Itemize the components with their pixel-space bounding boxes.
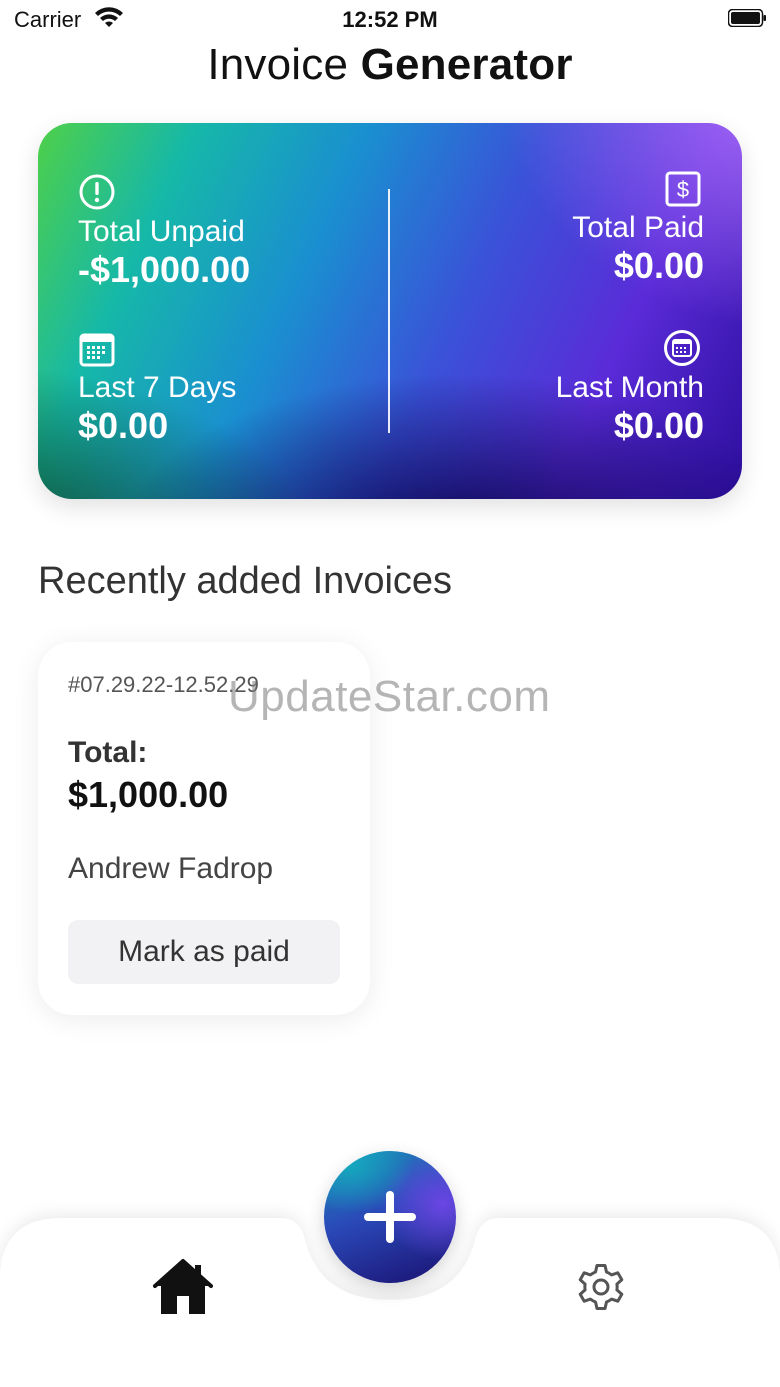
last-7-days-label: Last 7 Days xyxy=(78,371,237,404)
total-paid-stat: Total Paid $0.00 xyxy=(572,211,704,287)
last-7-days-stat: Last 7 Days $0.00 xyxy=(78,371,236,447)
total-paid-value: $0.00 xyxy=(613,245,704,286)
total-unpaid-stat: Total Unpaid -$1,000.00 xyxy=(78,215,250,291)
alert-circle-icon xyxy=(78,173,116,211)
invoice-total-value: $1,000.00 xyxy=(68,774,229,815)
summary-divider xyxy=(388,189,390,433)
last-month-stat: Last Month $0.00 xyxy=(556,371,704,447)
add-invoice-button[interactable] xyxy=(324,1151,456,1283)
summary-card: Total Unpaid -$1,000.00 $ Total Paid $0.… xyxy=(38,123,742,499)
invoice-client-name: Andrew Fadrop xyxy=(68,852,274,885)
gear-icon[interactable] xyxy=(574,1260,628,1314)
invoice-total-label: Total: xyxy=(68,736,148,769)
title-light: Invoice xyxy=(207,40,349,89)
total-unpaid-label: Total Unpaid xyxy=(78,215,245,248)
total-unpaid-value: -$1,000.00 xyxy=(78,249,251,290)
total-paid-label: Total Paid xyxy=(572,211,704,244)
last-7-days-value: $0.00 xyxy=(78,405,169,446)
clock: 12:52 PM xyxy=(342,7,438,32)
dollar-square-icon: $ xyxy=(664,170,702,208)
page-title: Invoice Generator xyxy=(0,40,780,90)
plus-icon xyxy=(364,1191,416,1243)
last-month-value: $0.00 xyxy=(613,405,704,446)
battery-icon xyxy=(728,9,766,27)
last-month-label: Last Month xyxy=(555,371,704,404)
recent-invoices-title: Recently added Invoices xyxy=(38,560,453,602)
watermark: UpdateStar.com xyxy=(228,672,551,721)
calendar-icon xyxy=(78,330,116,368)
svg-text:$: $ xyxy=(677,177,689,202)
mark-as-paid-button[interactable]: Mark as paid xyxy=(68,920,340,984)
status-bar: Carrier 12:52 PM xyxy=(0,0,780,40)
title-bold: Generator xyxy=(360,40,573,89)
calendar-circle-icon xyxy=(663,329,701,367)
home-icon[interactable] xyxy=(152,1258,214,1316)
